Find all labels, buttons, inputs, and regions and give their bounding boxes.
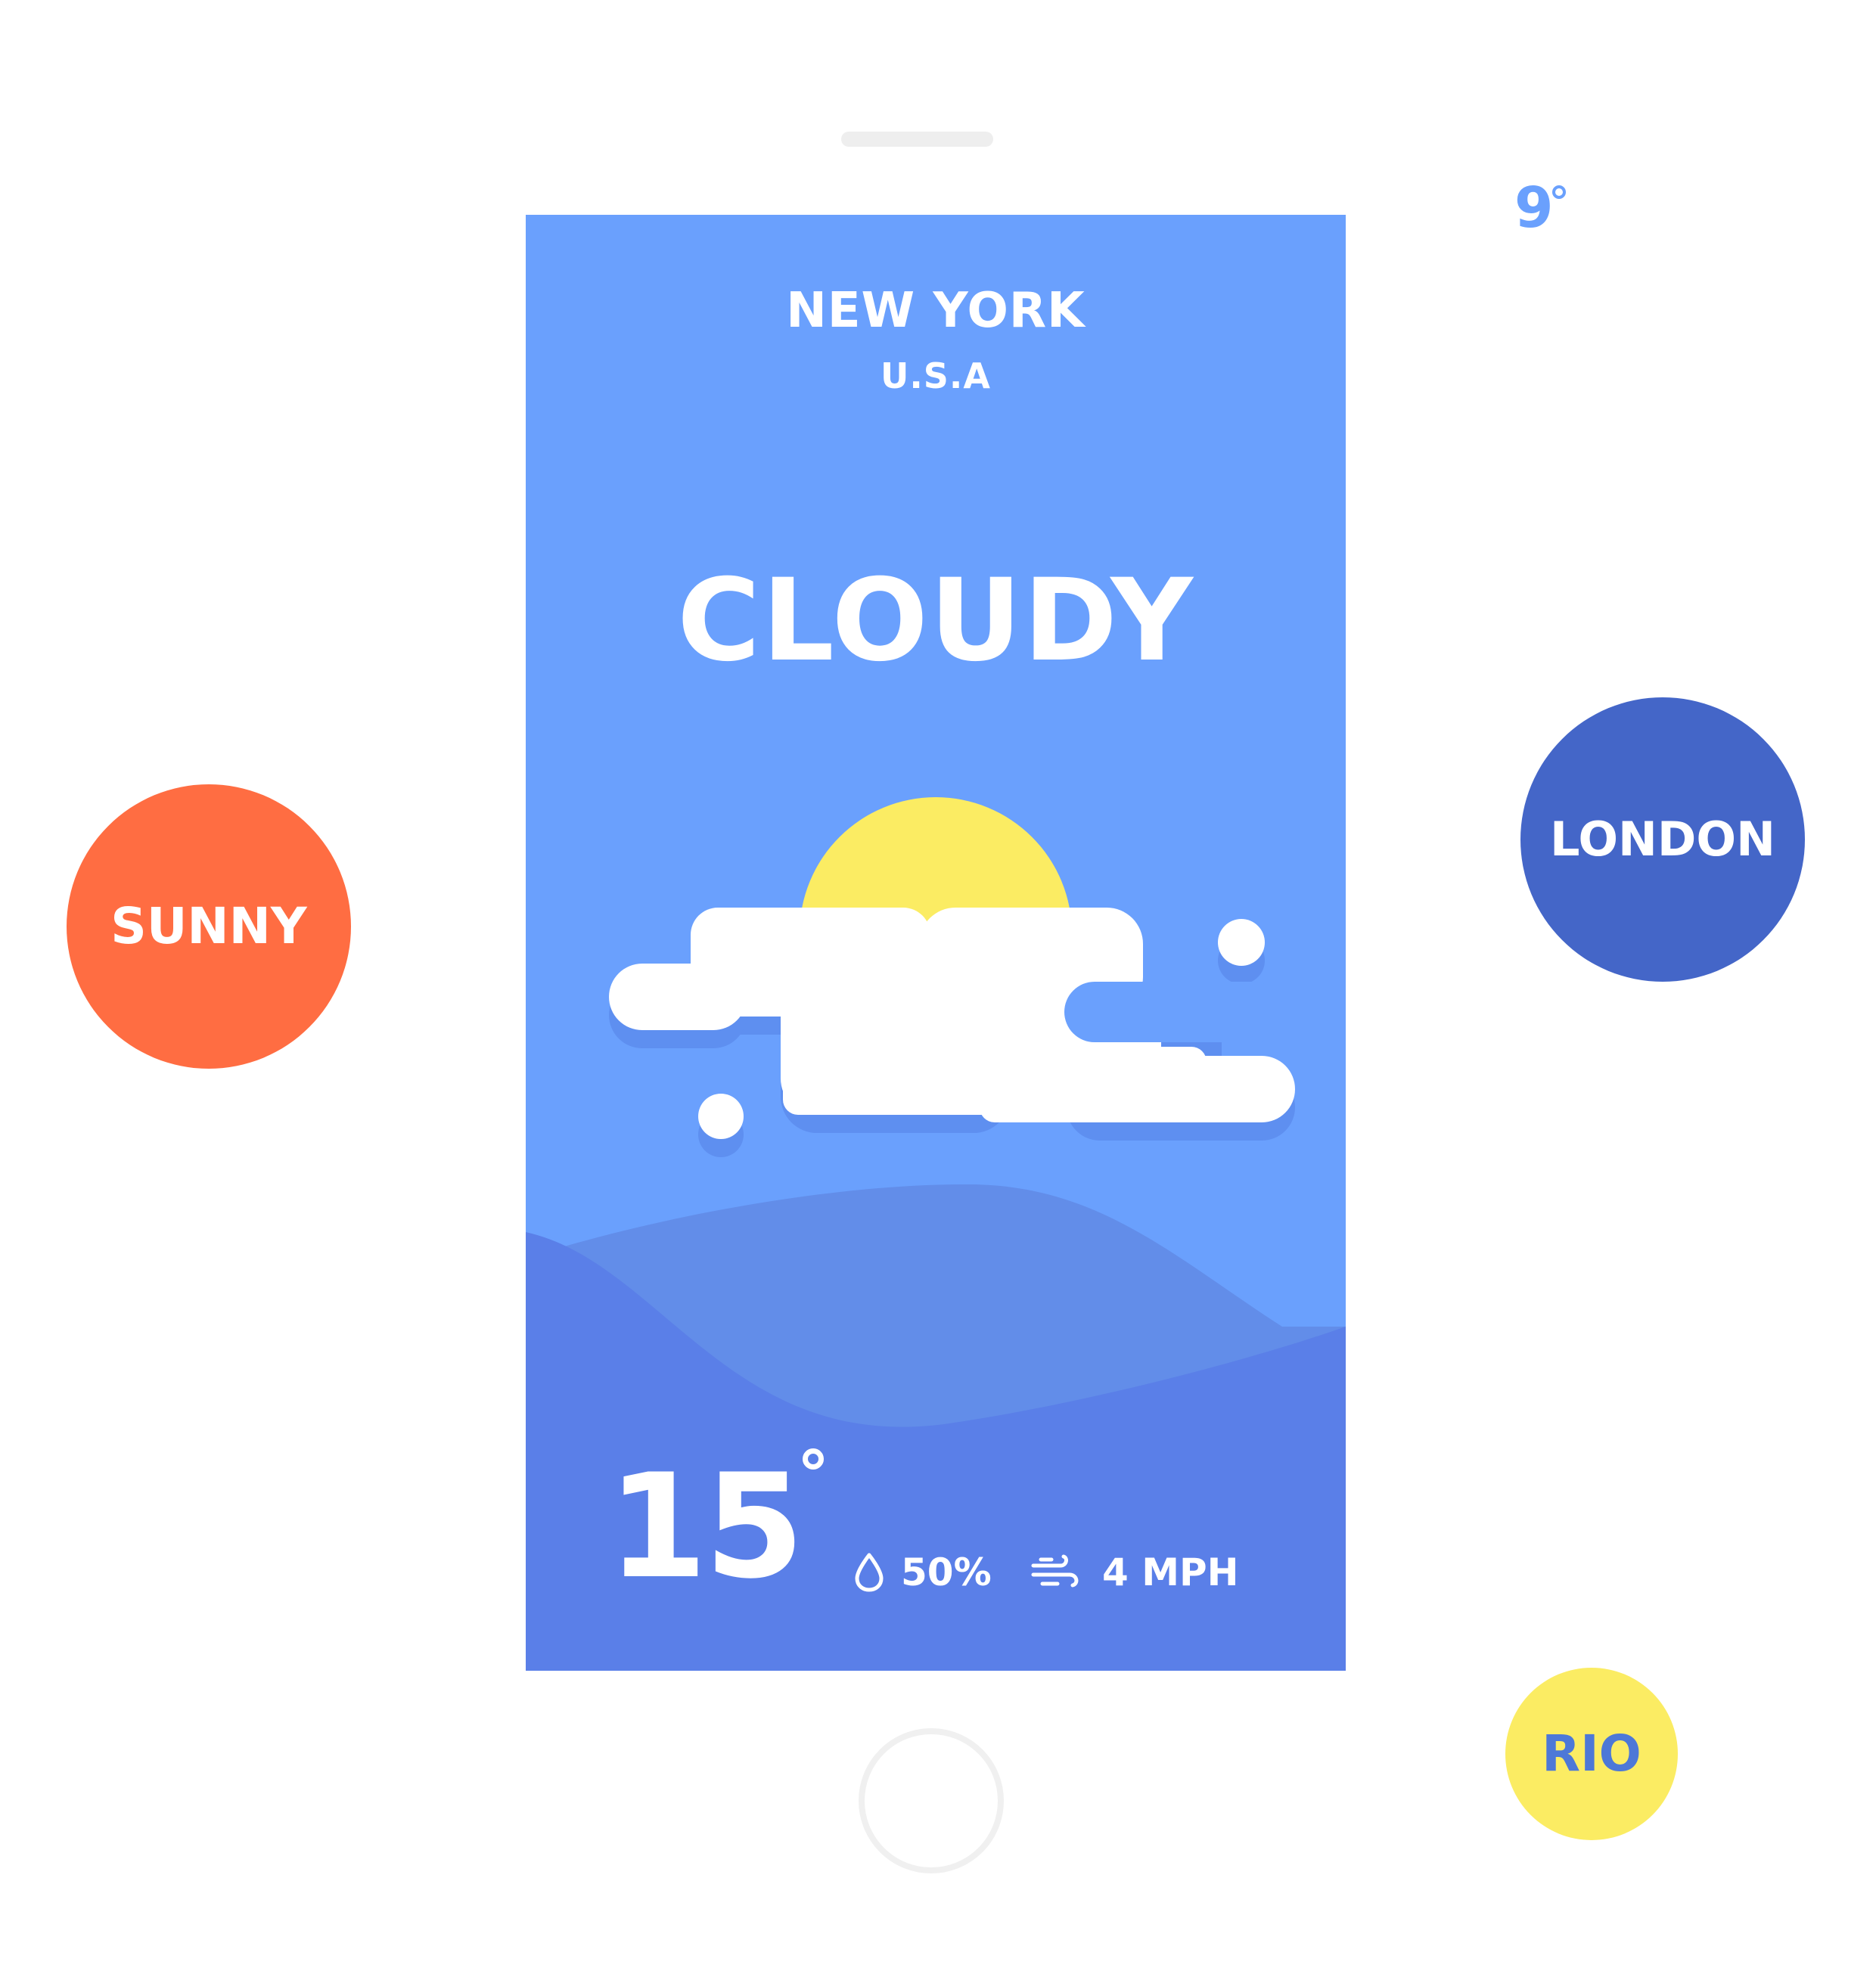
weather-condition: CLOUDY [677, 555, 1194, 687]
city-bubble-sunny[interactable]: SUNNY [67, 784, 351, 1069]
city-bubble-label: LONDON [1550, 812, 1775, 867]
degree-icon [803, 1448, 824, 1470]
phone-screen: NEW YORK U.S.A CLOUDY 15 50% 4 MPH [526, 215, 1346, 1671]
wind-icon [1031, 1554, 1079, 1588]
home-button[interactable] [859, 1728, 1004, 1873]
country-name: U.S.A [880, 355, 992, 396]
humidity-value: 50% [901, 1550, 992, 1594]
cloud-notch [1064, 982, 1284, 1042]
floating-temperature: 9 [1514, 175, 1554, 241]
floating-degree-icon [1552, 185, 1566, 199]
temperature-value: 15 [607, 1443, 804, 1610]
droplet-icon [855, 1553, 884, 1592]
city-name[interactable]: NEW YORK [526, 287, 1346, 335]
city-bubble-label: SUNNY [110, 897, 307, 955]
phone-speaker [841, 132, 993, 147]
city-bubble-london[interactable]: LONDON [1520, 697, 1805, 982]
city-bubble-label: RIO [1542, 1724, 1642, 1783]
city-bubble-rio[interactable]: RIO [1505, 1668, 1678, 1840]
wind-speed-value: 4 MPH [1102, 1550, 1239, 1594]
